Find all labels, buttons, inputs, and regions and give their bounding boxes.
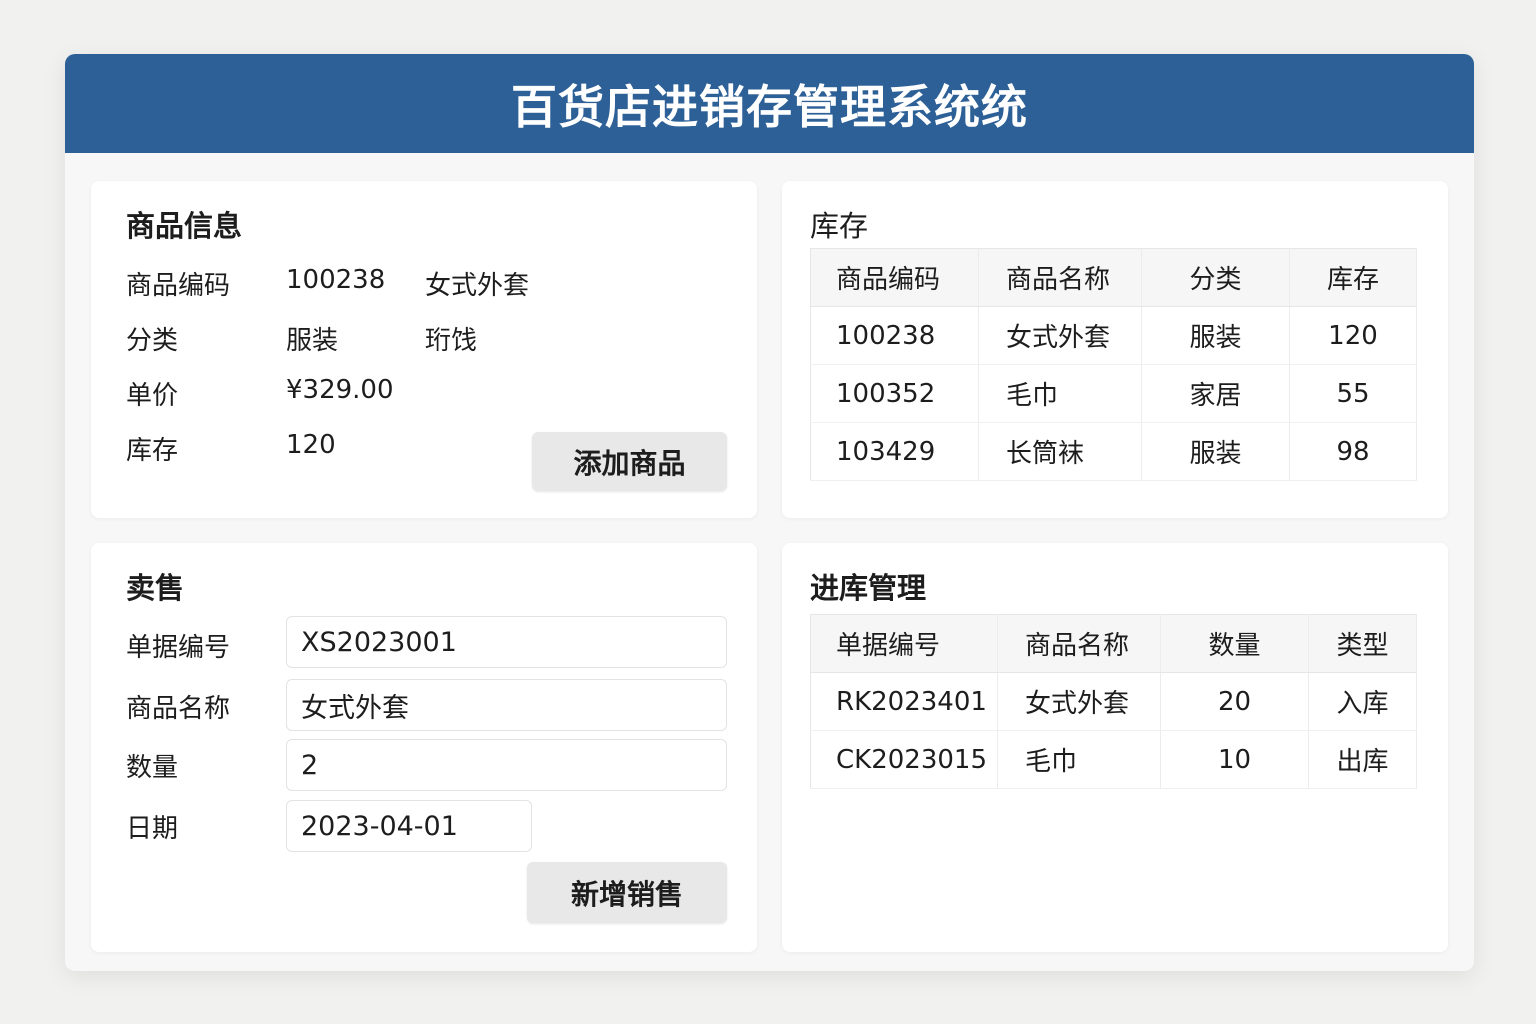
info-value: 120: [286, 430, 336, 460]
cell: 98: [1289, 422, 1417, 481]
col-header: 单据编号: [810, 614, 998, 673]
col-header: 分类: [1141, 248, 1290, 307]
table-row[interactable]: CK2023015 毛巾 10 出库: [810, 730, 1417, 789]
panel-title: 库存: [810, 209, 869, 243]
sales-panel: 卖售 单据编号 XS2023001 商品名称 女式外套 数量 2 日期 2023…: [91, 543, 757, 952]
cell: CK2023015: [810, 730, 998, 789]
info-value: 100238: [286, 265, 386, 295]
app-title: 百货店进销存管理系统统: [511, 79, 1028, 134]
cell: 毛巾: [997, 730, 1161, 789]
panel-title: 卖售: [126, 571, 185, 605]
col-header: 库存: [1289, 248, 1417, 307]
cell: 女式外套: [978, 306, 1142, 365]
order-number-input[interactable]: XS2023001: [286, 616, 727, 668]
cell: 100238: [810, 306, 979, 365]
app-header: 百货店进销存管理系统统: [65, 54, 1474, 153]
info-row: 单价 ¥329.00: [126, 375, 394, 412]
col-header: 商品编码: [810, 248, 979, 307]
date-input[interactable]: 2023-04-01: [286, 800, 532, 852]
table-row[interactable]: 100352 毛巾 家居 55: [810, 364, 1417, 423]
table-header: 单据编号 商品名称 数量 类型: [810, 614, 1417, 673]
table-row[interactable]: 103429 长筒袜 服装 98: [810, 422, 1417, 481]
field-label: 数量: [126, 753, 179, 783]
info-value: 服装: [286, 326, 339, 356]
stock-in-table: 单据编号 商品名称 数量 类型 RK2023401 女式外套 20 入库 CK2023015…: [810, 614, 1417, 789]
cell: 100352: [810, 364, 979, 423]
cell: 女式外套: [997, 672, 1161, 731]
panel-title: 商品信息: [126, 209, 243, 243]
info-extra: 珩饯: [425, 326, 478, 356]
stock-in-panel: 进库管理 单据编号 商品名称 数量 类型 RK2023401 女式外套 20 入库 CK20…: [782, 543, 1448, 952]
cell: 毛巾: [978, 364, 1142, 423]
app-window: 百货店进销存管理系统统 商品信息 商品编码 100238 女式外套 分类 服装 珩饯 单…: [65, 54, 1474, 971]
cell: RK2023401: [810, 672, 998, 731]
cell: 家居: [1141, 364, 1290, 423]
info-label: 分类: [126, 326, 179, 356]
cell: 入库: [1308, 672, 1417, 731]
table-row[interactable]: 100238 女式外套 服装 120: [810, 306, 1417, 365]
field-label: 日期: [126, 814, 179, 844]
cell: 10: [1160, 730, 1309, 789]
field-label: 单据编号: [126, 633, 231, 663]
inventory-table: 商品编码 商品名称 分类 库存 100238 女式外套 服装 120 100352 毛巾 家居 5…: [810, 248, 1417, 481]
info-extra: 女式外套: [425, 271, 530, 301]
info-label: 单价: [126, 381, 179, 411]
info-row: 库存 120: [126, 430, 336, 467]
info-label: 库存: [126, 436, 179, 466]
col-header: 商品名称: [978, 248, 1142, 307]
quantity-input[interactable]: 2: [286, 739, 727, 791]
info-row: 分类 服装 珩饯: [126, 320, 477, 357]
cell: 120: [1289, 306, 1417, 365]
add-sale-button[interactable]: 新增销售: [527, 862, 727, 923]
col-header: 类型: [1308, 614, 1417, 673]
panel-title: 进库管理: [810, 571, 927, 605]
add-product-button[interactable]: 添加商品: [532, 432, 727, 491]
cell: 20: [1160, 672, 1309, 731]
col-header: 商品名称: [997, 614, 1161, 673]
product-info-panel: 商品信息 商品编码 100238 女式外套 分类 服装 珩饯 单价 ¥329.00 库存 1…: [91, 181, 757, 518]
info-row: 商品编码 100238 女式外套: [126, 265, 529, 302]
cell: 出库: [1308, 730, 1417, 789]
product-name-input[interactable]: 女式外套: [286, 679, 727, 731]
cell: 长筒袜: [978, 422, 1142, 481]
inventory-panel: 库存 商品编码 商品名称 分类 库存 100238 女式外套 服装 120 100352 毛巾…: [782, 181, 1448, 518]
cell: 服装: [1141, 422, 1290, 481]
table-header: 商品编码 商品名称 分类 库存: [810, 248, 1417, 307]
field-label: 商品名称: [126, 694, 231, 724]
cell: 55: [1289, 364, 1417, 423]
col-header: 数量: [1160, 614, 1309, 673]
table-row[interactable]: RK2023401 女式外套 20 入库: [810, 672, 1417, 731]
cell: 服装: [1141, 306, 1290, 365]
info-value: ¥329.00: [286, 375, 394, 405]
cell: 103429: [810, 422, 979, 481]
info-label: 商品编码: [126, 271, 231, 301]
